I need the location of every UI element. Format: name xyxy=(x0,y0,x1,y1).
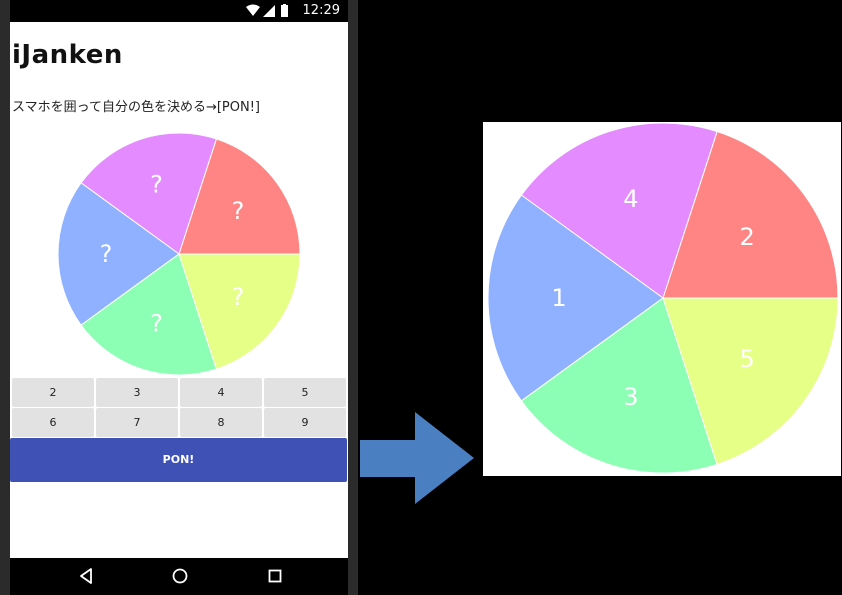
wheel-segment-label-2: ? xyxy=(150,171,163,199)
phone-frame: 12:29 iJanken スマホを囲って自分の色を決める→[PON!] ???… xyxy=(0,0,358,595)
color-wheel: ????? xyxy=(57,133,301,376)
count-button-5[interactable]: 5 xyxy=(264,378,346,407)
app-screen: iJanken スマホを囲って自分の色を決める→[PON!] ????? 234… xyxy=(10,22,348,558)
result-wheel-segment-label-4: 3 xyxy=(623,383,638,411)
count-button-8[interactable]: 8 xyxy=(180,408,262,437)
wifi-icon xyxy=(246,4,260,16)
recents-icon[interactable] xyxy=(267,567,283,585)
count-button-6[interactable]: 6 xyxy=(12,408,94,437)
result-wheel-segment-label-3: 1 xyxy=(551,284,566,312)
phone-screen: 12:29 iJanken スマホを囲って自分の色を決める→[PON!] ???… xyxy=(10,0,348,595)
count-button-7[interactable]: 7 xyxy=(96,408,178,437)
app-title: iJanken xyxy=(12,40,123,70)
wheel-segment-label-4: ? xyxy=(150,309,163,337)
wheel-segment-label-5: ? xyxy=(232,283,245,311)
wheel-segment-label-3: ? xyxy=(100,240,113,268)
wheel-segment-label-1: ? xyxy=(232,197,245,225)
count-button-2[interactable]: 2 xyxy=(12,378,94,407)
count-button-9[interactable]: 9 xyxy=(264,408,346,437)
result-panel: 2 4 1 3 5 xyxy=(483,122,841,476)
player-count-grid: 2345 6789 xyxy=(12,378,346,438)
status-bar: 12:29 xyxy=(10,0,348,22)
result-wheel-segment-label-1: 2 xyxy=(739,223,754,251)
battery-icon xyxy=(281,5,288,17)
signal-icon xyxy=(263,5,275,17)
status-icons xyxy=(246,4,288,17)
result-wheel-segment-label-2: 4 xyxy=(623,185,638,213)
instruction-text: スマホを囲って自分の色を決める→[PON!] xyxy=(12,100,261,115)
pon-button[interactable]: PON! xyxy=(10,438,347,482)
home-icon[interactable] xyxy=(171,567,189,585)
nav-bar xyxy=(10,558,348,595)
result-color-wheel: 2 4 1 3 5 xyxy=(487,122,839,474)
back-icon[interactable] xyxy=(78,567,94,585)
status-time: 12:29 xyxy=(302,3,340,18)
count-button-4[interactable]: 4 xyxy=(180,378,262,407)
result-wheel-segment-label-5: 5 xyxy=(739,345,754,373)
count-button-3[interactable]: 3 xyxy=(96,378,178,407)
right-arrow-icon xyxy=(360,412,474,504)
